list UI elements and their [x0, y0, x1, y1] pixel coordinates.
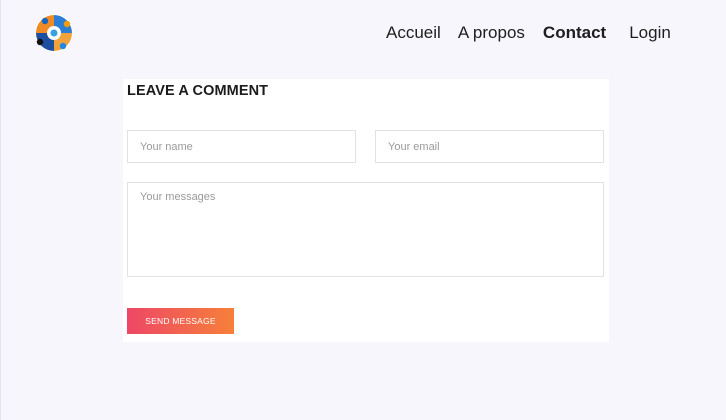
send-message-button[interactable]: SEND MESSAGE — [127, 308, 234, 334]
page: Accueil A propos Contact Login LEAVE A C… — [0, 0, 726, 420]
name-input[interactable] — [127, 130, 356, 163]
main-nav: Accueil A propos Contact Login — [386, 22, 671, 44]
comment-form-card: LEAVE A COMMENT SEND MESSAGE — [123, 79, 609, 342]
email-input[interactable] — [375, 130, 604, 163]
nav-item-accueil[interactable]: Accueil — [386, 23, 441, 43]
nav-item-contact[interactable]: Contact — [543, 23, 606, 43]
comment-form-title: LEAVE A COMMENT — [127, 83, 269, 99]
message-textarea[interactable] — [127, 182, 604, 277]
circular-people-logo-icon — [35, 14, 73, 52]
logo[interactable] — [33, 12, 75, 54]
nav-item-a-propos[interactable]: A propos — [458, 23, 525, 43]
nav-item-login[interactable]: Login — [629, 23, 671, 43]
